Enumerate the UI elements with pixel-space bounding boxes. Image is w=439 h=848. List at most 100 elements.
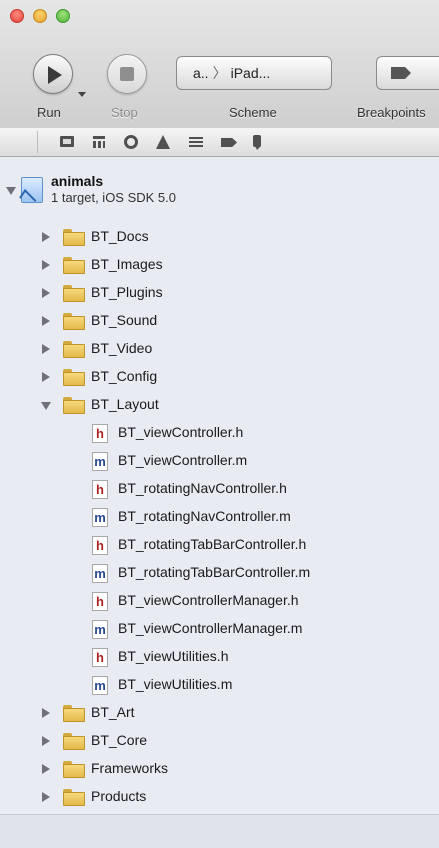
file-label: BT_viewControllerManager.m [118,620,303,636]
tree-file[interactable]: h BT_rotatingNavController.h [0,475,439,503]
tree-group[interactable]: BT_Images [0,251,439,279]
breakpoint-navigator-icon[interactable] [218,133,238,151]
disclosure-triangle-icon[interactable] [42,344,50,354]
zoom-window-button[interactable] [56,9,70,23]
tree-file[interactable]: m BT_rotatingNavController.m [0,503,439,531]
navigator-selector-bar [0,128,439,157]
folder-icon [63,257,85,274]
disclosure-triangle-icon[interactable] [42,232,50,242]
file-label: BT_viewControllerManager.h [118,592,299,608]
group-label: BT_Plugins [91,284,163,300]
group-label: BT_Sound [91,312,158,328]
folder-icon [63,313,85,330]
tree-file[interactable]: h BT_viewController.h [0,419,439,447]
project-name: animals [51,173,104,189]
tree-file[interactable]: m BT_viewController.m [0,447,439,475]
tree-group[interactable]: Products [0,783,439,811]
disclosure-triangle-icon[interactable] [42,792,50,802]
header-file-icon: h [92,592,108,611]
debug-navigator-icon[interactable] [186,133,206,151]
symbol-navigator-icon[interactable] [89,133,109,151]
group-label: BT_Video [91,340,153,356]
disclosure-triangle-icon[interactable] [42,316,50,326]
folder-icon [63,705,85,722]
scheme-label: Scheme [229,105,277,120]
tree-file[interactable]: h BT_rotatingTabBarController.h [0,531,439,559]
disclosure-triangle-icon[interactable] [6,187,16,195]
project-row[interactable]: animals 1 target, iOS SDK 5.0 [0,173,439,209]
project-subtitle: 1 target, iOS SDK 5.0 [51,190,177,205]
run-button[interactable] [33,54,73,94]
group-label: BT_Art [91,704,135,720]
file-label: BT_viewUtilities.h [118,648,229,664]
tree-file[interactable]: m BT_viewControllerManager.m [0,615,439,643]
header-file-icon: h [92,424,108,443]
tree-group[interactable]: BT_Core [0,727,439,755]
folder-icon [63,761,85,778]
group-label: BT_Docs [91,228,149,244]
implementation-file-icon: m [92,452,108,471]
folder-icon [63,733,85,750]
file-label: BT_viewUtilities.m [118,676,233,692]
xcode-project-icon [21,177,43,203]
folder-icon [63,397,85,414]
file-label: BT_rotatingTabBarController.m [118,564,311,580]
implementation-file-icon: m [92,564,108,583]
minimize-window-button[interactable] [33,9,47,23]
project-navigator-folder-icon[interactable] [57,133,77,151]
stop-icon [120,67,134,81]
project-navigator-tree: animals 1 target, iOS SDK 5.0 BT_Docs BT… [0,157,439,847]
tree-file[interactable]: h BT_viewControllerManager.h [0,587,439,615]
disclosure-triangle-icon[interactable] [42,260,50,270]
scheme-destination: iPad... [230,65,271,81]
group-label: BT_Core [91,732,148,748]
breakpoint-icon [391,67,411,79]
chevron-right-icon: 〉 [212,65,227,81]
scheme-selector[interactable]: a.. 〉 iPad... [176,56,332,90]
group-label: BT_Config [91,368,158,384]
tree-group[interactable]: BT_Docs [0,223,439,251]
breakpoints-label: Breakpoints [357,105,426,120]
stop-button[interactable] [107,54,147,94]
group-label: Products [91,788,147,804]
disclosure-triangle-icon[interactable] [41,402,51,410]
tree-group[interactable]: BT_Video [0,335,439,363]
tree-file[interactable]: m BT_rotatingTabBarController.m [0,559,439,587]
navigator-filter-bar [0,814,439,848]
issue-navigator-warning-icon[interactable] [153,133,173,151]
play-icon [48,66,62,84]
disclosure-triangle-icon[interactable] [42,708,50,718]
file-label: BT_rotatingTabBarController.h [118,536,307,552]
tree-group[interactable]: Frameworks [0,755,439,783]
implementation-file-icon: m [92,676,108,695]
disclosure-triangle-icon[interactable] [42,372,50,382]
tree-file[interactable]: m BT_viewUtilities.m [0,671,439,699]
log-navigator-speech-bubble-icon[interactable] [247,133,267,151]
tree-group[interactable]: BT_Config [0,363,439,391]
search-navigator-icon[interactable] [120,133,140,151]
implementation-file-icon: m [92,620,108,639]
file-label: BT_viewController.h [118,424,244,440]
breakpoints-button[interactable] [376,56,439,90]
group-label: BT_Images [91,256,163,272]
tree-group[interactable]: BT_Plugins [0,279,439,307]
tree-file[interactable]: h BT_viewUtilities.h [0,643,439,671]
run-options-arrow-icon[interactable] [78,92,86,97]
run-label: Run [37,105,61,120]
folder-icon [63,341,85,358]
folder-icon [63,369,85,386]
window-toolbar: a.. 〉 iPad... Run Stop Scheme Breakpoints [0,0,439,129]
tree-group[interactable]: BT_Art [0,699,439,727]
folder-icon [63,789,85,806]
tree-group[interactable]: BT_Sound [0,307,439,335]
tree-group-expanded[interactable]: BT_Layout [0,391,439,419]
folder-icon [63,229,85,246]
divider [37,131,38,153]
disclosure-triangle-icon[interactable] [42,736,50,746]
file-label: BT_rotatingNavController.m [118,508,291,524]
disclosure-triangle-icon[interactable] [42,764,50,774]
close-window-button[interactable] [10,9,24,23]
implementation-file-icon: m [92,508,108,527]
header-file-icon: h [92,536,108,555]
disclosure-triangle-icon[interactable] [42,288,50,298]
